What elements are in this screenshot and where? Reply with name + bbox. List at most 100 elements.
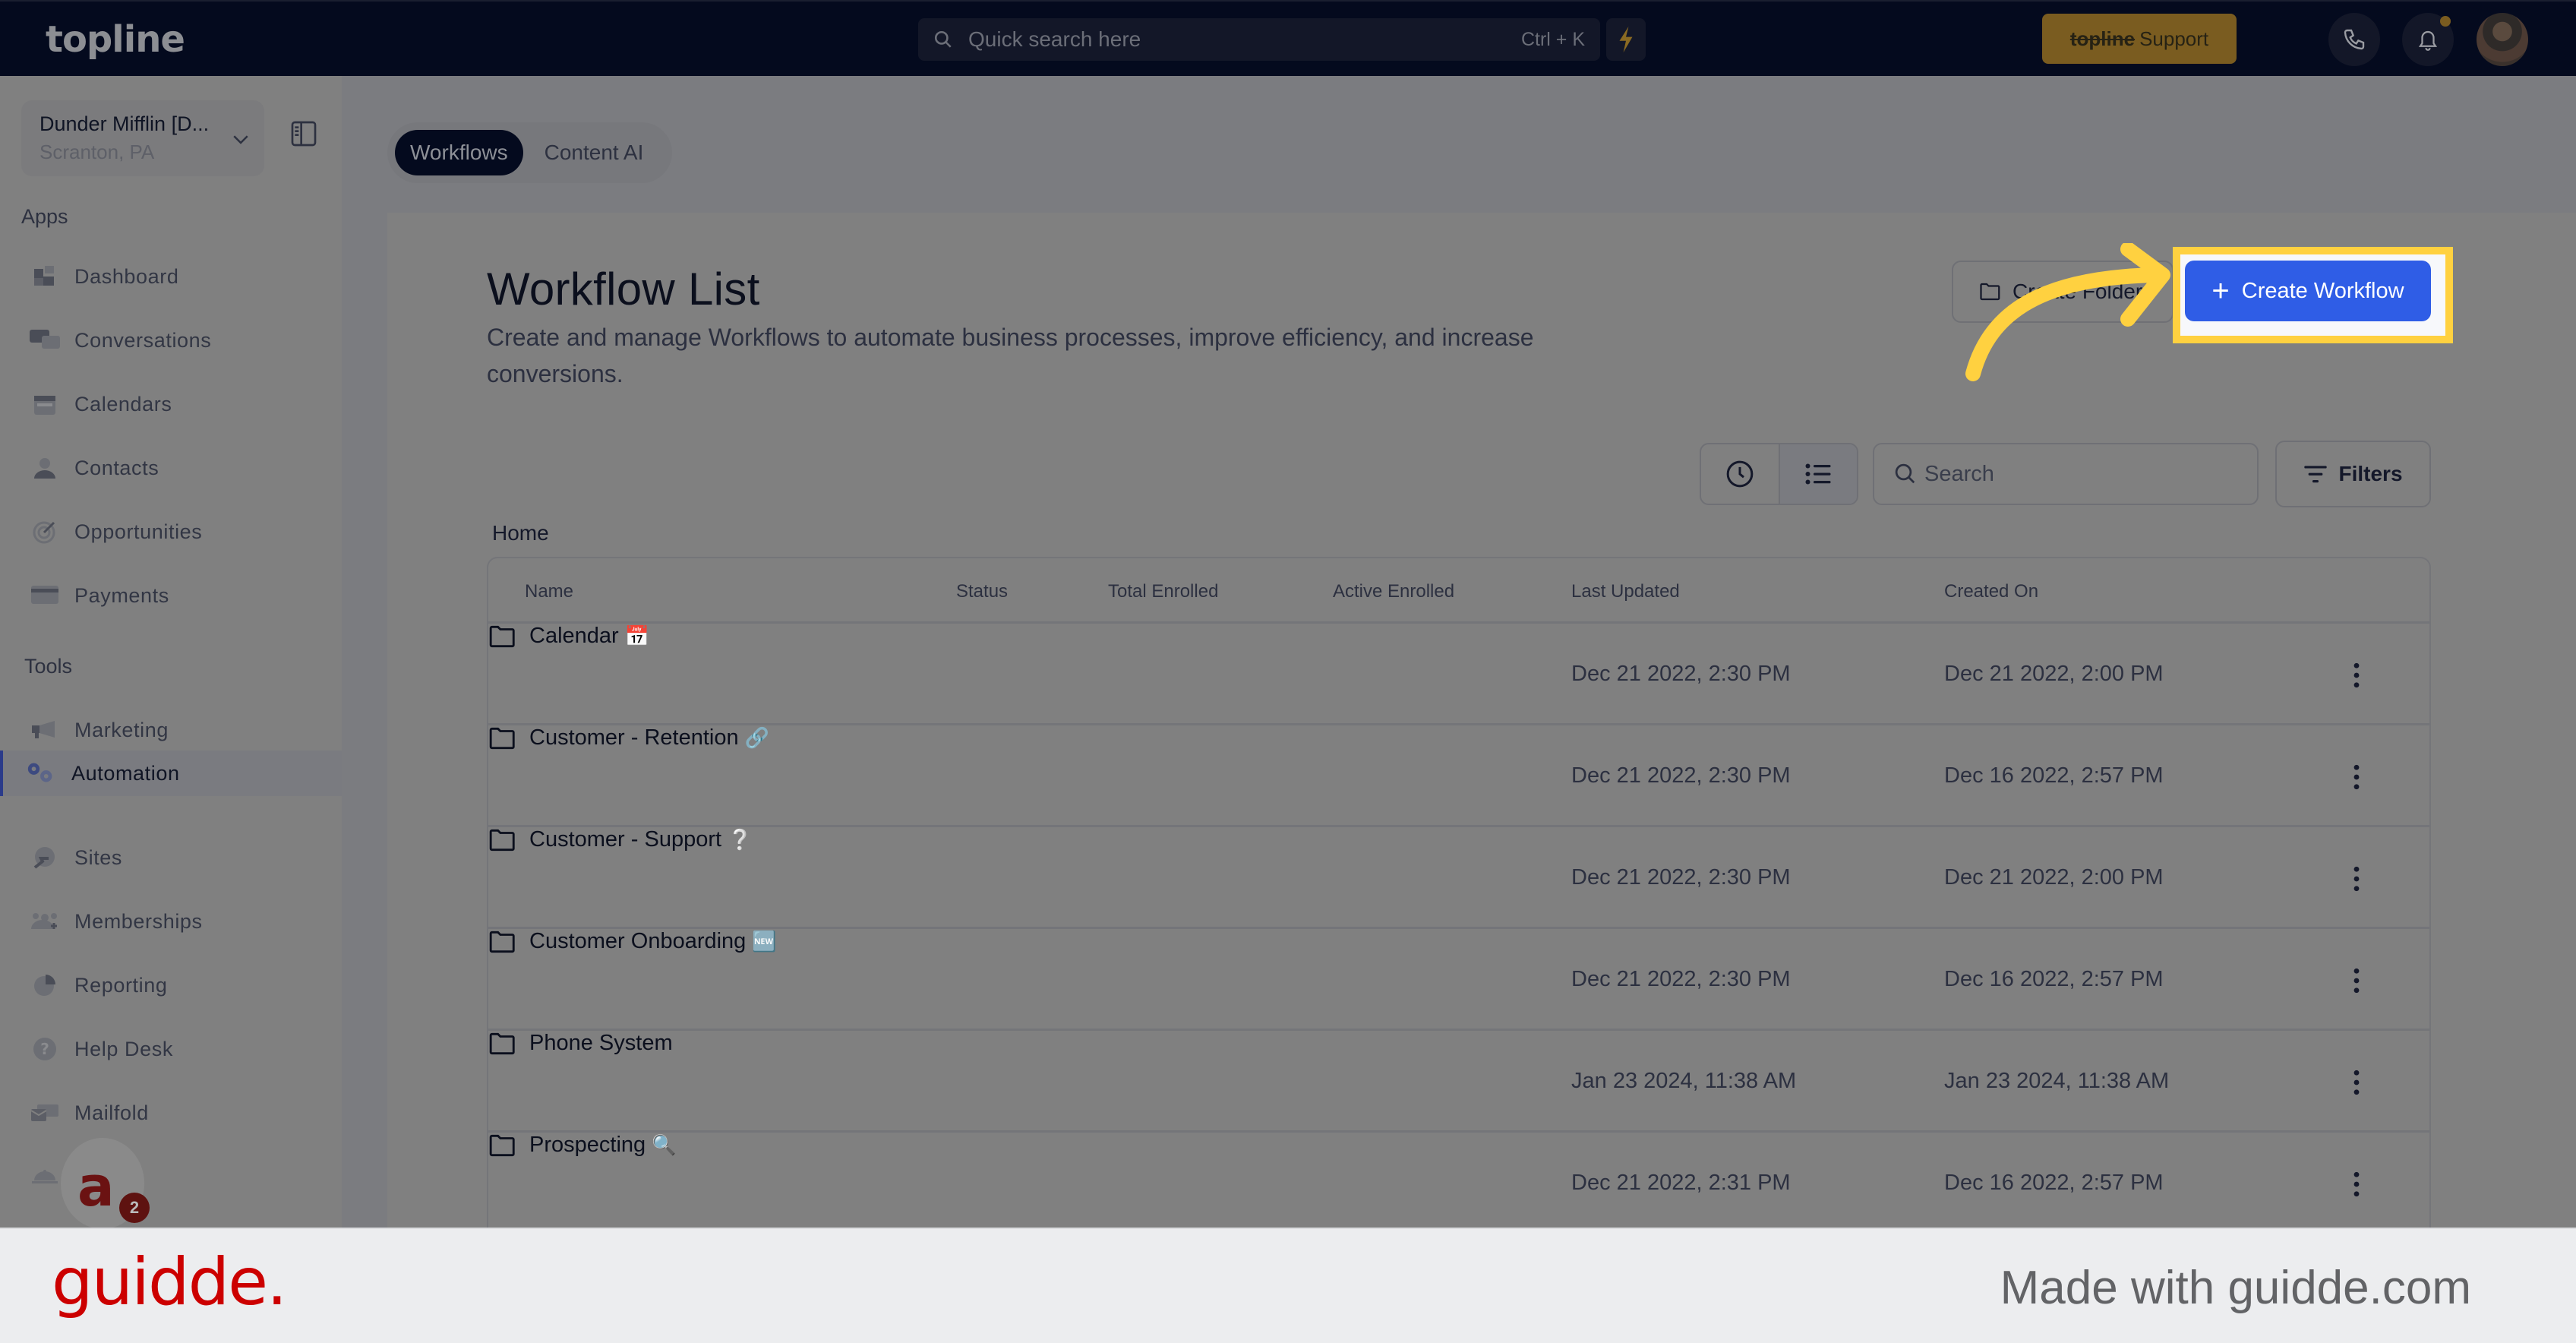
table-row[interactable]: Calendar 📅 Dec 21 2022, 2:30 PM Dec 21 2… — [488, 624, 2429, 725]
app-logo[interactable]: topline — [46, 18, 185, 61]
gears-icon — [26, 757, 58, 789]
column-header-last-updated[interactable]: Last Updated — [1571, 581, 1680, 602]
last-updated-cell: Dec 21 2022, 2:30 PM — [1571, 662, 1791, 686]
create-workflow-button[interactable]: + Create Workflow — [2185, 261, 2431, 321]
workflow-folder-name[interactable]: Prospecting 🔍 — [488, 1133, 2429, 1158]
sidebar-item-help-desk[interactable]: ? Help Desk — [0, 1027, 342, 1071]
tab-workflows[interactable]: Workflows — [395, 130, 523, 175]
svg-text:?: ? — [40, 1040, 49, 1058]
sidebar-item-sites[interactable]: Sites — [0, 836, 342, 880]
support-button[interactable]: topline Support — [2042, 14, 2237, 64]
sidebar-item-label: Sites — [74, 845, 123, 869]
column-header-name[interactable]: Name — [525, 581, 573, 602]
table-row[interactable]: Prospecting 🔍 Dec 21 2022, 2:31 PM Dec 1… — [488, 1133, 2429, 1234]
folder-icon — [489, 1134, 515, 1156]
workflow-search[interactable] — [1873, 443, 2259, 505]
column-header-status[interactable]: Status — [956, 581, 1008, 602]
more-vertical-icon — [2353, 968, 2360, 994]
view-toggle — [1700, 443, 1858, 505]
column-header-total-enrolled[interactable]: Total Enrolled — [1108, 581, 1218, 602]
sidebar-item-label: Automation — [71, 761, 180, 785]
recent-view-button[interactable] — [1701, 444, 1779, 504]
plus-icon: + — [2211, 274, 2230, 308]
sidebar-toggle-icon[interactable] — [289, 118, 319, 149]
sidebar-item-conversations[interactable]: Conversations — [0, 318, 342, 362]
workflow-folder-name[interactable]: Phone System — [488, 1031, 2429, 1056]
table-row[interactable]: Customer - Retention 🔗 Dec 21 2022, 2:30… — [488, 725, 2429, 827]
phone-icon — [2344, 29, 2365, 50]
users-plus-icon — [29, 905, 61, 937]
table-row[interactable]: Customer - Support ❔ Dec 21 2022, 2:30 P… — [488, 827, 2429, 929]
bell-icon — [2418, 30, 2438, 51]
workflow-folder-name[interactable]: Customer - Support ❔ — [488, 827, 2429, 852]
row-actions-button[interactable] — [2341, 1066, 2372, 1099]
sidebar-item-reporting[interactable]: Reporting — [0, 963, 342, 1007]
sidebar-item-label: Calendars — [74, 392, 172, 416]
filters-button[interactable]: Filters — [2275, 441, 2431, 507]
top-bar: topline Quick search here Ctrl + K topli… — [0, 0, 2576, 76]
chevron-down-icon — [233, 135, 248, 144]
breadcrumb-home[interactable]: Home — [492, 521, 549, 545]
target-icon — [29, 516, 61, 548]
sidebar-item-label: Opportunities — [74, 520, 203, 543]
created-on-cell: Jan 23 2024, 11:38 AM — [1944, 1069, 2170, 1093]
sidebar-item-marketing[interactable]: Marketing — [0, 708, 342, 752]
last-updated-cell: Dec 21 2022, 2:30 PM — [1571, 865, 1791, 890]
tools-section-label: Tools — [24, 655, 73, 678]
sidebar-item-payments[interactable]: Payments — [0, 574, 342, 618]
workflow-folder-name[interactable]: Customer - Retention 🔗 — [488, 725, 2429, 750]
quick-search-input[interactable]: Quick search here Ctrl + K — [918, 18, 1600, 61]
row-actions-button[interactable] — [2341, 760, 2372, 794]
folder-emoji: ❔ — [728, 828, 753, 851]
search-icon — [934, 30, 952, 48]
quick-search-placeholder: Quick search here — [968, 27, 1141, 51]
table-row[interactable]: Customer Onboarding 🆕 Dec 21 2022, 2:30 … — [488, 929, 2429, 1031]
notification-dot — [2440, 16, 2451, 27]
created-on-cell: Dec 16 2022, 2:57 PM — [1944, 967, 2164, 991]
user-avatar[interactable] — [2477, 13, 2528, 66]
list-view-button[interactable] — [1778, 444, 1857, 504]
column-header-created-on[interactable]: Created On — [1944, 581, 2038, 602]
row-actions-button[interactable] — [2341, 862, 2372, 896]
sidebar: Dunder Mifflin [D... Scranton, PA Apps D… — [0, 76, 342, 1228]
sidebar-item-label: Contacts — [74, 456, 159, 479]
account-switcher[interactable]: Dunder Mifflin [D... Scranton, PA — [21, 100, 264, 176]
search-input[interactable] — [1924, 461, 2243, 487]
create-folder-button[interactable]: Create Folder — [1952, 261, 2174, 323]
sidebar-item-dashboard[interactable]: Dashboard — [0, 254, 342, 299]
folder-name-text: Customer - Support — [529, 827, 722, 852]
more-vertical-icon — [2353, 662, 2360, 688]
more-vertical-icon — [2353, 866, 2360, 892]
more-vertical-icon — [2353, 764, 2360, 790]
sidebar-item-opportunities[interactable]: Opportunities — [0, 510, 342, 554]
create-folder-label: Create Folder — [2012, 280, 2143, 303]
person-icon — [29, 452, 61, 484]
filters-label: Filters — [2338, 462, 2403, 485]
folder-icon — [489, 931, 515, 953]
folder-name-text: Phone System — [529, 1031, 673, 1055]
created-on-cell: Dec 21 2022, 2:00 PM — [1944, 662, 2164, 686]
row-actions-button[interactable] — [2341, 659, 2372, 692]
workflow-folder-name[interactable]: Customer Onboarding 🆕 — [488, 929, 2429, 954]
row-actions-button[interactable] — [2341, 1168, 2372, 1201]
last-updated-cell: Dec 21 2022, 2:31 PM — [1571, 1171, 1791, 1195]
sidebar-item-label: Conversations — [74, 328, 212, 352]
workflow-folder-name[interactable]: Calendar 📅 — [488, 624, 2429, 649]
column-header-active-enrolled[interactable]: Active Enrolled — [1333, 581, 1454, 602]
sidebar-item-butler[interactable]: Butler — [0, 1155, 342, 1199]
more-vertical-icon — [2353, 1070, 2360, 1095]
guidde-logo: guidde. — [52, 1244, 287, 1320]
quick-actions-button[interactable] — [1606, 18, 1646, 61]
row-actions-button[interactable] — [2341, 964, 2372, 997]
sidebar-item-memberships[interactable]: Memberships — [0, 899, 342, 943]
sidebar-item-calendars[interactable]: Calendars — [0, 382, 342, 426]
tab-content-ai[interactable]: Content AI — [529, 130, 659, 175]
sidebar-item-contacts[interactable]: Contacts — [0, 446, 342, 490]
sidebar-item-automation[interactable]: Automation — [0, 750, 342, 796]
phone-button[interactable] — [2328, 13, 2380, 66]
table-row[interactable]: Phone System Jan 23 2024, 11:38 AM Jan 2… — [488, 1031, 2429, 1133]
puzzle-icon — [29, 261, 61, 292]
notifications-button[interactable] — [2402, 13, 2454, 66]
made-with-guidde: Made with guidde.com — [2000, 1262, 2471, 1314]
sidebar-item-mailfold[interactable]: Mailfold — [0, 1091, 342, 1135]
